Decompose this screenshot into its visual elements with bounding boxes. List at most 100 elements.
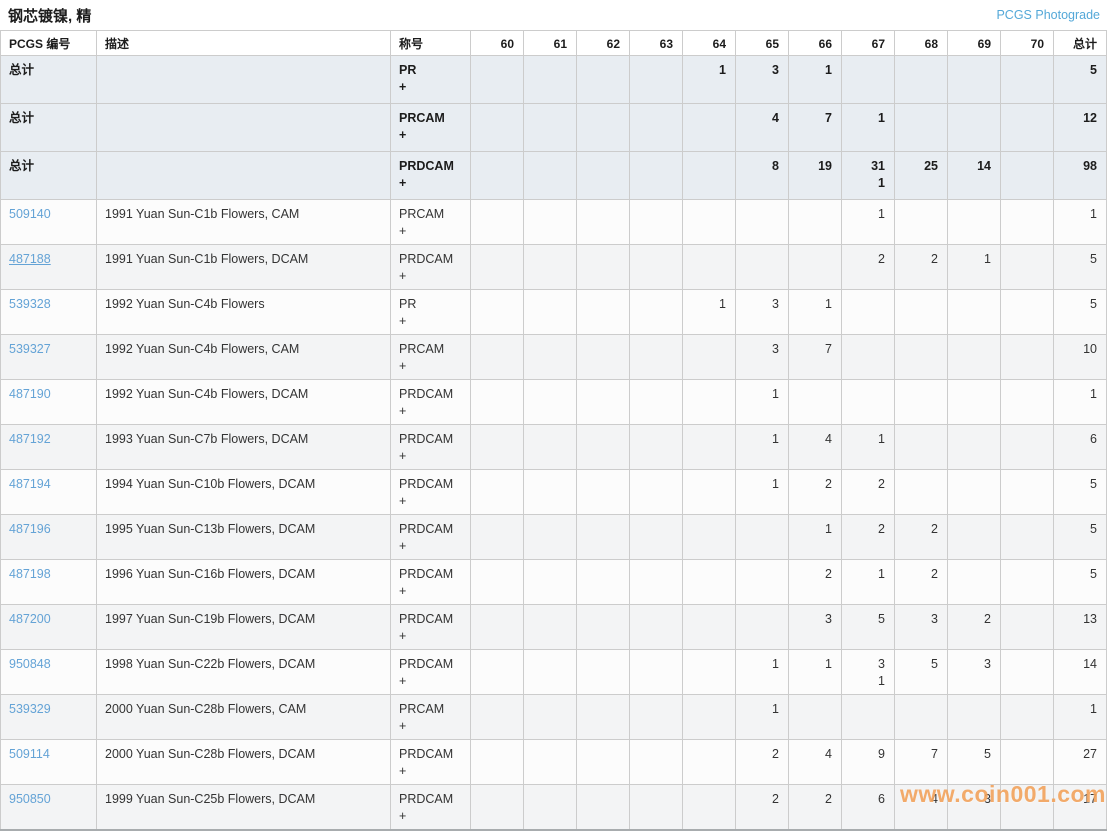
plus-count-value [903,358,938,375]
count-value [585,296,620,313]
designation-plus-text: + [399,764,407,778]
grade-60-cell [470,649,524,695]
total-cell: 5 [1053,514,1107,560]
count-value: 7 [825,111,832,125]
plus-count-value [585,718,620,735]
description-text: 1992 Yuan Sun-C4b Flowers, DCAM [105,387,309,401]
plus-count-value [585,358,620,375]
pcgs-number-link[interactable]: 950848 [9,657,51,671]
count-value [585,476,620,493]
plus-count-value [1009,583,1044,600]
pcgs-photograde-link[interactable]: PCGS Photograde [996,8,1100,22]
count-value [797,386,832,403]
count-value [479,110,514,127]
grade-69-cell [947,199,1001,245]
total-row-label: 总计 [9,111,35,125]
count-value [638,110,673,127]
grade-61-cell [523,604,577,650]
count-value [956,296,991,313]
count-value [903,701,938,718]
plus-count-value [903,808,938,825]
plus-count-value [956,403,991,420]
grade-70-cell [1000,244,1054,290]
table-row: 950848 1998 Yuan Sun-C22b Flowers, DCAM PR… [0,649,1107,695]
designation-plus-text: + [399,584,407,598]
grade-69-cell: 3 [947,649,1001,695]
count-value [585,386,620,403]
count-value: 6 [1090,432,1097,446]
grade-65-cell [735,559,789,605]
table-header: PCGS 编号 描述 称号 60 61 62 63 64 65 66 67 68 69 70 总计 [0,30,1107,56]
plus-count-value [691,313,726,330]
grade-67-cell: 9 [841,739,895,785]
grade-62-cell [576,649,630,695]
grade-64-cell [682,379,736,425]
count-value [1009,251,1044,268]
plus-count-value [956,493,991,510]
plus-count-value [797,673,832,690]
plus-count-value [744,673,779,690]
pcgs-number-link[interactable]: 539329 [9,702,51,716]
grade-68-cell: 3 [894,604,948,650]
count-value [532,431,567,448]
plus-count-value: 1 [878,674,885,688]
count-value: 5 [1090,297,1097,311]
grade-61-cell [523,379,577,425]
plus-count-value [903,673,938,690]
grade-70-cell [1000,151,1054,200]
pcgs-number-link[interactable]: 539327 [9,342,51,356]
grade-61-cell [523,514,577,560]
count-value [1009,521,1044,538]
count-value: 7 [931,747,938,761]
plus-count-value [1062,223,1097,240]
grade-61-cell [523,55,577,104]
pcgs-number-link[interactable]: 487200 [9,612,51,626]
designation-cell: PRDCAM + [390,151,471,200]
pcgs-number-link[interactable]: 539328 [9,297,51,311]
pcgs-number-link[interactable]: 487190 [9,387,51,401]
pcgs-number-cell: 487198 [0,559,97,605]
description-text: 1991 Yuan Sun-C1b Flowers, DCAM [105,252,309,266]
col-header-67: 67 [841,30,895,56]
plus-count-value [1062,268,1097,285]
grade-60-cell [470,424,524,470]
grade-66-cell: 19 [788,151,842,200]
col-header-pcgs-number: PCGS 编号 [0,30,97,56]
pcgs-number-link[interactable]: 487194 [9,477,51,491]
pcgs-number-link[interactable]: 487188 [9,252,51,266]
summary-row: 总计 PR +1 3 1 5 [0,55,1107,104]
count-value [1009,341,1044,358]
pcgs-number-link[interactable]: 509114 [9,747,50,761]
grade-65-cell [735,199,789,245]
plus-count-value [479,358,514,375]
grade-63-cell [629,469,683,515]
count-value [479,341,514,358]
designation-text: PRDCAM [399,657,454,671]
count-value [479,701,514,718]
table-row: 487192 1993 Yuan Sun-C7b Flowers, DCAM PRD… [0,424,1107,470]
count-value [585,110,620,127]
grade-67-cell: 1 [841,424,895,470]
grade-64-cell [682,469,736,515]
plus-count-value [903,448,938,465]
designation-plus-text: + [399,176,407,190]
plus-count-value [903,403,938,420]
plus-count-value [850,223,885,240]
plus-count-value [744,583,779,600]
plus-count-value [903,175,938,192]
description-cell: 1998 Yuan Sun-C22b Flowers, DCAM [96,649,391,695]
plus-count-value [638,538,673,555]
count-value [479,656,514,673]
count-value: 2 [931,522,938,536]
grade-65-cell: 1 [735,469,789,515]
pcgs-number-link[interactable]: 487198 [9,567,51,581]
grade-68-cell [894,694,948,740]
pcgs-number-link[interactable]: 487196 [9,522,51,536]
pcgs-number-link[interactable]: 509140 [9,207,51,221]
count-value [744,251,779,268]
pcgs-number-link[interactable]: 487192 [9,432,51,446]
count-value [903,431,938,448]
grade-68-cell [894,469,948,515]
count-value: 5 [984,747,991,761]
pcgs-number-link[interactable]: 950850 [9,792,51,806]
